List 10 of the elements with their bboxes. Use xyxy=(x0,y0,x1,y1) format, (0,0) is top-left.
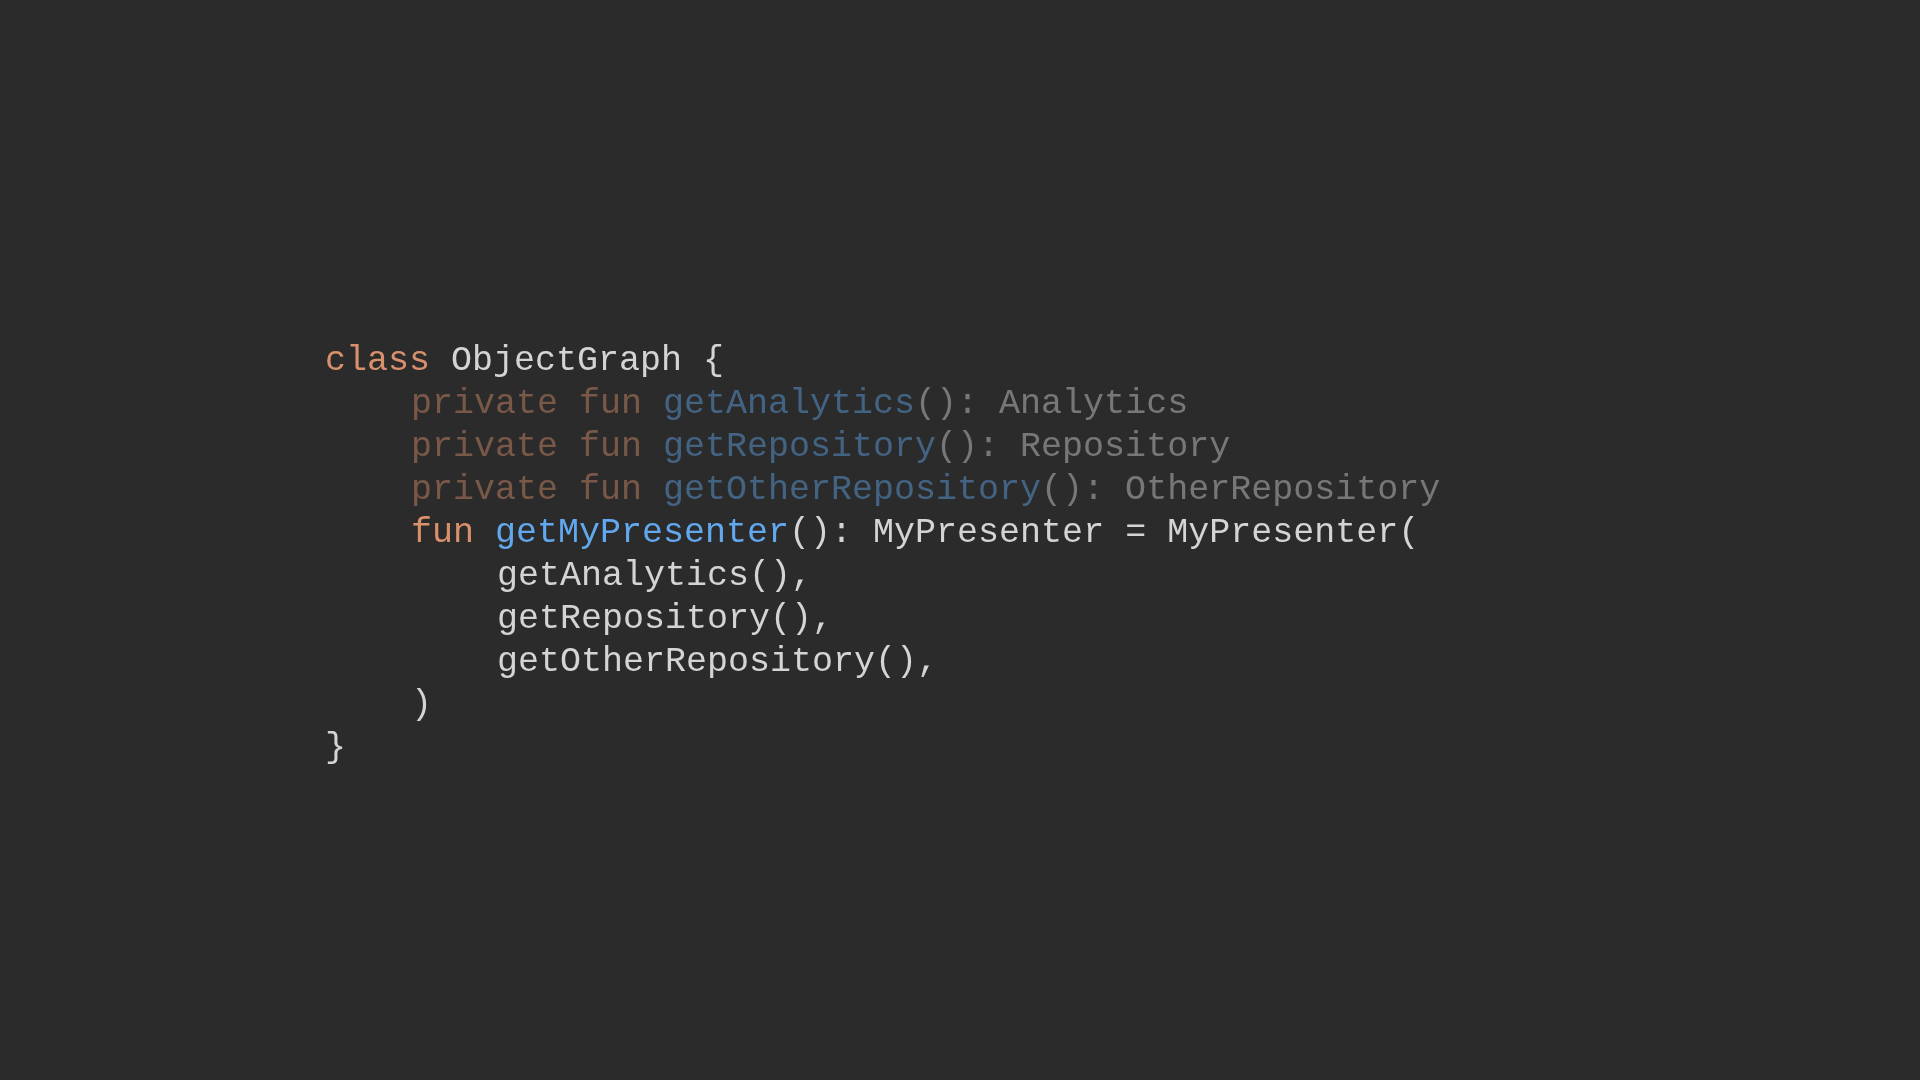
code-line: class ObjectGraph { xyxy=(325,340,725,383)
code-line: fun getMyPresenter(): MyPresenter = MyPresenter( xyxy=(411,512,1420,555)
code-line: private fun getRepository(): Repository xyxy=(411,426,1231,469)
code-line: } xyxy=(325,727,346,770)
code-line: private fun getOtherRepository(): OtherRepository xyxy=(411,469,1441,512)
code-line: getOtherRepository(), xyxy=(497,641,939,684)
code-line: private fun getAnalytics(): Analytics xyxy=(411,383,1189,426)
code-line: getAnalytics(), xyxy=(497,555,813,598)
code-line: ) xyxy=(411,684,432,727)
code-line: getRepository(), xyxy=(497,598,834,641)
